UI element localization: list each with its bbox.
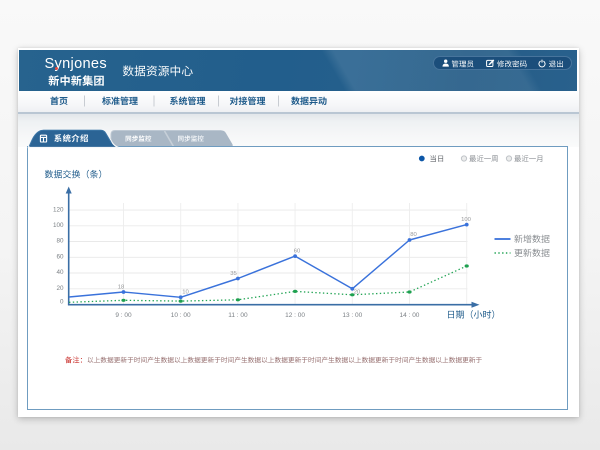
svg-text:80: 80 (56, 238, 64, 245)
svg-text:14 : 00: 14 : 00 (400, 312, 420, 319)
svg-text:120: 120 (53, 206, 64, 213)
svg-text:20: 20 (354, 290, 361, 296)
svg-text:10: 10 (182, 290, 189, 296)
svg-text:20: 20 (56, 285, 64, 292)
svg-text:13 : 00: 13 : 00 (342, 312, 362, 319)
svg-text:12 : 00: 12 : 00 (285, 312, 305, 319)
svg-text:60: 60 (56, 254, 64, 261)
svg-text:60: 60 (294, 249, 301, 255)
svg-text:40: 40 (56, 269, 64, 276)
svg-text:9 : 00: 9 : 00 (115, 312, 132, 319)
svg-text:100: 100 (53, 222, 64, 229)
svg-text:80: 80 (410, 232, 417, 238)
svg-text:10 : 00: 10 : 00 (171, 312, 191, 319)
svg-text:11 : 00: 11 : 00 (228, 312, 248, 319)
svg-text:0: 0 (60, 299, 64, 306)
svg-text:35: 35 (230, 271, 237, 277)
svg-text:100: 100 (461, 217, 472, 223)
svg-text:18: 18 (118, 285, 125, 291)
